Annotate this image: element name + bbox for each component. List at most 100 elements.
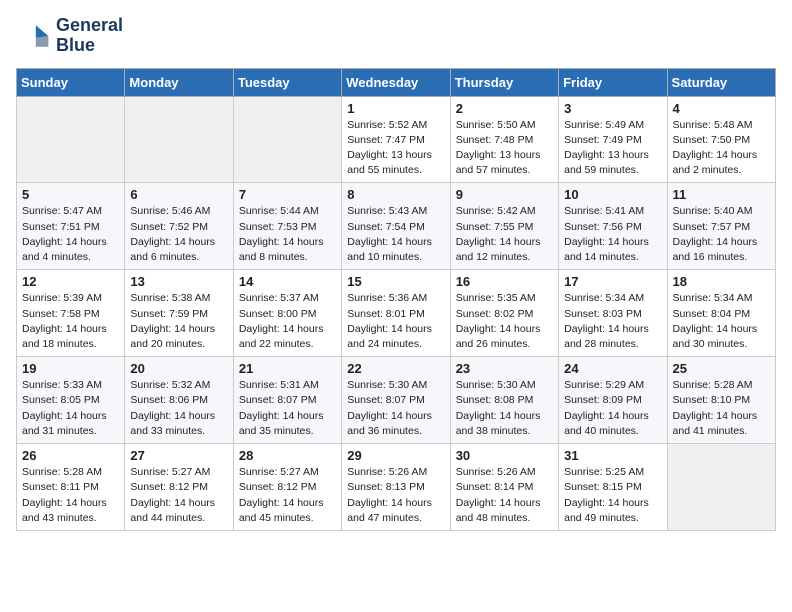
cell-details: Sunrise: 5:26 AMSunset: 8:13 PMDaylight:… [347, 466, 432, 524]
calendar-cell [125, 96, 233, 183]
cell-details: Sunrise: 5:27 AMSunset: 8:12 PMDaylight:… [239, 466, 324, 524]
day-number: 14 [239, 274, 336, 289]
calendar-cell: 22 Sunrise: 5:30 AMSunset: 8:07 PMDaylig… [342, 357, 450, 444]
cell-details: Sunrise: 5:34 AMSunset: 8:03 PMDaylight:… [564, 292, 649, 350]
day-number: 17 [564, 274, 661, 289]
weekday-header-monday: Monday [125, 68, 233, 96]
calendar-cell: 10 Sunrise: 5:41 AMSunset: 7:56 PMDaylig… [559, 183, 667, 270]
calendar-week-5: 26 Sunrise: 5:28 AMSunset: 8:11 PMDaylig… [17, 444, 776, 531]
calendar-cell: 3 Sunrise: 5:49 AMSunset: 7:49 PMDayligh… [559, 96, 667, 183]
day-number: 23 [456, 361, 553, 376]
day-number: 21 [239, 361, 336, 376]
calendar-cell: 1 Sunrise: 5:52 AMSunset: 7:47 PMDayligh… [342, 96, 450, 183]
cell-details: Sunrise: 5:25 AMSunset: 8:15 PMDaylight:… [564, 466, 649, 524]
cell-details: Sunrise: 5:34 AMSunset: 8:04 PMDaylight:… [673, 292, 758, 350]
cell-details: Sunrise: 5:43 AMSunset: 7:54 PMDaylight:… [347, 205, 432, 263]
day-number: 24 [564, 361, 661, 376]
day-number: 8 [347, 187, 444, 202]
calendar-cell: 25 Sunrise: 5:28 AMSunset: 8:10 PMDaylig… [667, 357, 775, 444]
day-number: 13 [130, 274, 227, 289]
day-number: 29 [347, 448, 444, 463]
cell-details: Sunrise: 5:27 AMSunset: 8:12 PMDaylight:… [130, 466, 215, 524]
calendar-cell: 31 Sunrise: 5:25 AMSunset: 8:15 PMDaylig… [559, 444, 667, 531]
day-number: 15 [347, 274, 444, 289]
calendar-cell: 14 Sunrise: 5:37 AMSunset: 8:00 PMDaylig… [233, 270, 341, 357]
calendar-cell: 8 Sunrise: 5:43 AMSunset: 7:54 PMDayligh… [342, 183, 450, 270]
calendar-cell: 9 Sunrise: 5:42 AMSunset: 7:55 PMDayligh… [450, 183, 558, 270]
calendar-cell: 18 Sunrise: 5:34 AMSunset: 8:04 PMDaylig… [667, 270, 775, 357]
cell-details: Sunrise: 5:33 AMSunset: 8:05 PMDaylight:… [22, 379, 107, 437]
day-number: 2 [456, 101, 553, 116]
calendar-cell: 19 Sunrise: 5:33 AMSunset: 8:05 PMDaylig… [17, 357, 125, 444]
calendar-week-2: 5 Sunrise: 5:47 AMSunset: 7:51 PMDayligh… [17, 183, 776, 270]
weekday-header-friday: Friday [559, 68, 667, 96]
calendar-cell: 20 Sunrise: 5:32 AMSunset: 8:06 PMDaylig… [125, 357, 233, 444]
cell-details: Sunrise: 5:41 AMSunset: 7:56 PMDaylight:… [564, 205, 649, 263]
calendar-cell: 6 Sunrise: 5:46 AMSunset: 7:52 PMDayligh… [125, 183, 233, 270]
calendar-cell: 5 Sunrise: 5:47 AMSunset: 7:51 PMDayligh… [17, 183, 125, 270]
weekday-header-saturday: Saturday [667, 68, 775, 96]
calendar-cell: 26 Sunrise: 5:28 AMSunset: 8:11 PMDaylig… [17, 444, 125, 531]
calendar-cell [233, 96, 341, 183]
cell-details: Sunrise: 5:29 AMSunset: 8:09 PMDaylight:… [564, 379, 649, 437]
cell-details: Sunrise: 5:44 AMSunset: 7:53 PMDaylight:… [239, 205, 324, 263]
cell-details: Sunrise: 5:30 AMSunset: 8:08 PMDaylight:… [456, 379, 541, 437]
cell-details: Sunrise: 5:52 AMSunset: 7:47 PMDaylight:… [347, 119, 432, 177]
day-number: 26 [22, 448, 119, 463]
day-number: 12 [22, 274, 119, 289]
cell-details: Sunrise: 5:31 AMSunset: 8:07 PMDaylight:… [239, 379, 324, 437]
weekday-header-thursday: Thursday [450, 68, 558, 96]
cell-details: Sunrise: 5:46 AMSunset: 7:52 PMDaylight:… [130, 205, 215, 263]
calendar-cell [667, 444, 775, 531]
calendar-table: SundayMondayTuesdayWednesdayThursdayFrid… [16, 68, 776, 531]
weekday-header-sunday: Sunday [17, 68, 125, 96]
cell-details: Sunrise: 5:35 AMSunset: 8:02 PMDaylight:… [456, 292, 541, 350]
day-number: 30 [456, 448, 553, 463]
day-number: 1 [347, 101, 444, 116]
cell-details: Sunrise: 5:48 AMSunset: 7:50 PMDaylight:… [673, 119, 758, 177]
calendar-cell: 27 Sunrise: 5:27 AMSunset: 8:12 PMDaylig… [125, 444, 233, 531]
calendar-cell: 13 Sunrise: 5:38 AMSunset: 7:59 PMDaylig… [125, 270, 233, 357]
day-number: 31 [564, 448, 661, 463]
weekday-header-tuesday: Tuesday [233, 68, 341, 96]
cell-details: Sunrise: 5:39 AMSunset: 7:58 PMDaylight:… [22, 292, 107, 350]
cell-details: Sunrise: 5:40 AMSunset: 7:57 PMDaylight:… [673, 205, 758, 263]
calendar-cell: 7 Sunrise: 5:44 AMSunset: 7:53 PMDayligh… [233, 183, 341, 270]
logo-icon [16, 18, 52, 54]
cell-details: Sunrise: 5:37 AMSunset: 8:00 PMDaylight:… [239, 292, 324, 350]
day-number: 25 [673, 361, 770, 376]
calendar-cell: 28 Sunrise: 5:27 AMSunset: 8:12 PMDaylig… [233, 444, 341, 531]
cell-details: Sunrise: 5:47 AMSunset: 7:51 PMDaylight:… [22, 205, 107, 263]
calendar-cell: 29 Sunrise: 5:26 AMSunset: 8:13 PMDaylig… [342, 444, 450, 531]
day-number: 27 [130, 448, 227, 463]
calendar-cell: 17 Sunrise: 5:34 AMSunset: 8:03 PMDaylig… [559, 270, 667, 357]
logo-text: General Blue [56, 16, 123, 56]
day-number: 28 [239, 448, 336, 463]
cell-details: Sunrise: 5:26 AMSunset: 8:14 PMDaylight:… [456, 466, 541, 524]
cell-details: Sunrise: 5:30 AMSunset: 8:07 PMDaylight:… [347, 379, 432, 437]
day-number: 5 [22, 187, 119, 202]
day-number: 18 [673, 274, 770, 289]
day-number: 6 [130, 187, 227, 202]
day-number: 19 [22, 361, 119, 376]
calendar-cell [17, 96, 125, 183]
day-number: 11 [673, 187, 770, 202]
calendar-cell: 23 Sunrise: 5:30 AMSunset: 8:08 PMDaylig… [450, 357, 558, 444]
logo: General Blue [16, 16, 123, 56]
cell-details: Sunrise: 5:49 AMSunset: 7:49 PMDaylight:… [564, 119, 649, 177]
calendar-cell: 11 Sunrise: 5:40 AMSunset: 7:57 PMDaylig… [667, 183, 775, 270]
calendar-cell: 24 Sunrise: 5:29 AMSunset: 8:09 PMDaylig… [559, 357, 667, 444]
day-number: 7 [239, 187, 336, 202]
page-header: General Blue [16, 16, 776, 56]
day-number: 9 [456, 187, 553, 202]
calendar-cell: 30 Sunrise: 5:26 AMSunset: 8:14 PMDaylig… [450, 444, 558, 531]
day-number: 16 [456, 274, 553, 289]
calendar-header: SundayMondayTuesdayWednesdayThursdayFrid… [17, 68, 776, 96]
calendar-cell: 4 Sunrise: 5:48 AMSunset: 7:50 PMDayligh… [667, 96, 775, 183]
cell-details: Sunrise: 5:28 AMSunset: 8:11 PMDaylight:… [22, 466, 107, 524]
cell-details: Sunrise: 5:36 AMSunset: 8:01 PMDaylight:… [347, 292, 432, 350]
day-number: 3 [564, 101, 661, 116]
calendar-cell: 15 Sunrise: 5:36 AMSunset: 8:01 PMDaylig… [342, 270, 450, 357]
cell-details: Sunrise: 5:28 AMSunset: 8:10 PMDaylight:… [673, 379, 758, 437]
calendar-week-3: 12 Sunrise: 5:39 AMSunset: 7:58 PMDaylig… [17, 270, 776, 357]
